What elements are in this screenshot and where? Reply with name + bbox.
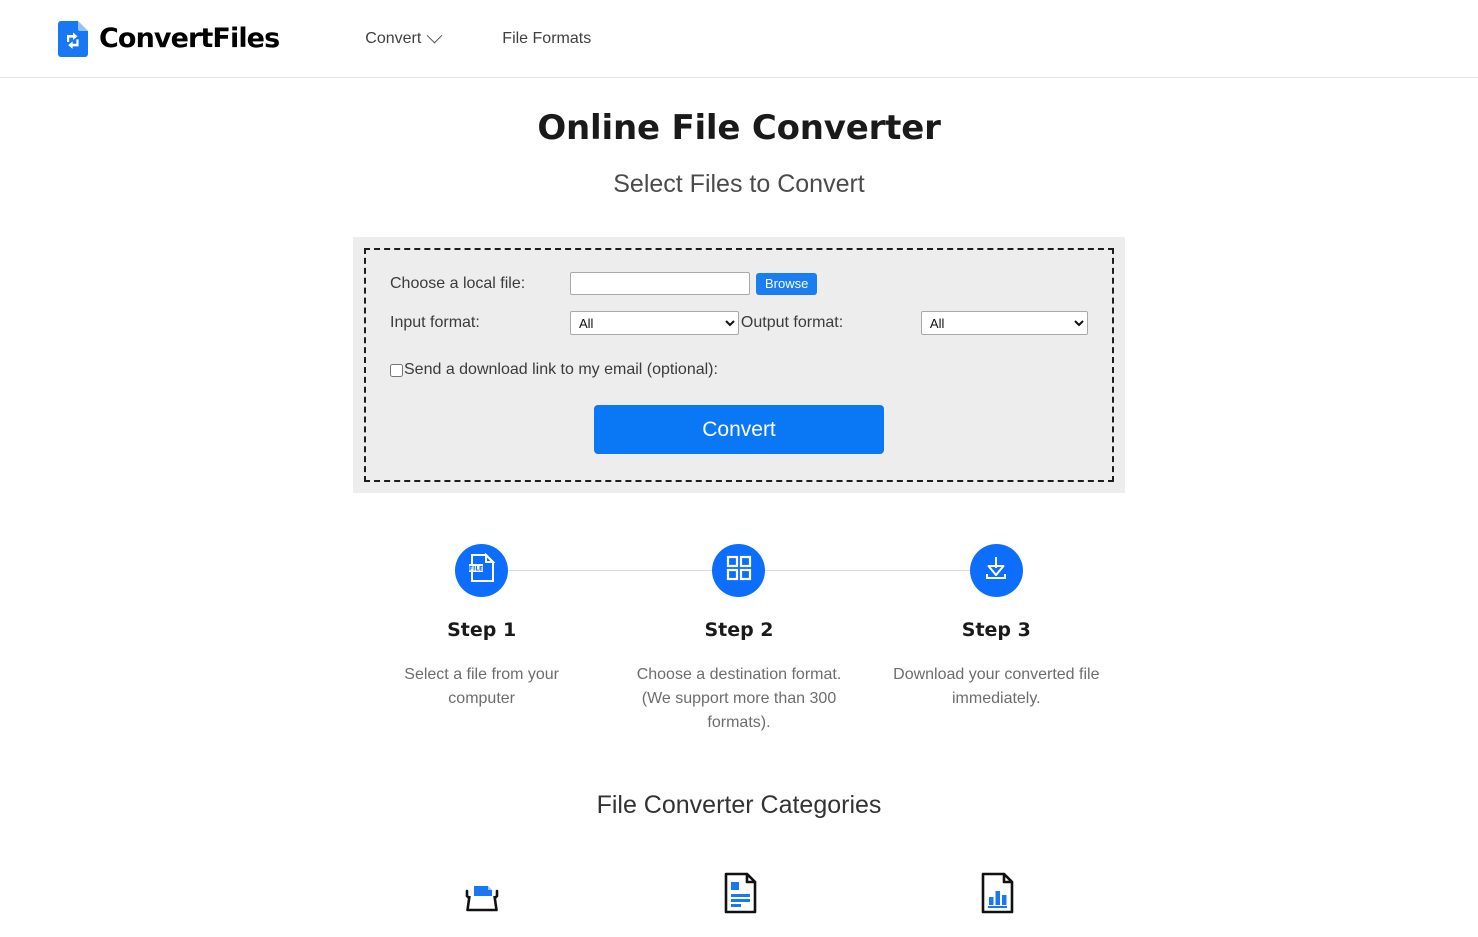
file-row: Choose a local file: Browse [390,272,1088,295]
convert-button[interactable]: Convert [594,405,884,454]
format-row: Input format: All Output format: All [390,311,1088,335]
page-content: Online File Converter Select Files to Co… [0,108,1478,937]
step-1-circle: FILE [455,544,509,597]
svg-text:FILE: FILE [469,566,483,573]
input-format-select[interactable]: All [570,311,739,335]
nav-item-file-formats-label: File Formats [502,29,592,47]
step-3-description: Download your converted file immediately… [893,666,1100,707]
email-link-label: Send a download link to my email (option… [404,361,718,378]
step-3-title: Step 3 [961,619,1031,641]
input-format-label: Input format: [390,314,480,331]
convert-row: Convert [390,405,1088,454]
step-2: Step 2 Choose a destination format. (We … [610,535,867,735]
nav-item-convert[interactable]: Convert [365,27,443,48]
step-1: FILE Step 1 Select a file from your comp… [353,535,610,735]
category-archive-converter[interactable]: Archive Converter [353,865,610,937]
browse-button[interactable]: Browse [756,272,818,295]
page-subtitle: Select Files to Convert [613,170,865,198]
email-option-row: Send a download link to my email (option… [390,361,1088,379]
step-2-circle [712,544,766,597]
file-label: Choose a local file: [390,274,526,292]
email-link-checkbox[interactable] [390,363,403,377]
converter-dashed-area: Choose a local file: Browse Input format… [364,248,1114,482]
nav-item-file-formats[interactable]: File Formats [502,30,591,48]
category-document-converter[interactable]: Document Converter [610,865,867,937]
categories-list: Archive Converter Document Converter [353,865,1125,937]
categories-title: File Converter Categories [596,791,882,819]
step-1-description: Select a file from your computer [404,666,560,707]
category-presentation-converter[interactable]: Presentation Converter [868,865,1125,937]
step-3: Step 3 Download your converted file imme… [868,535,1125,735]
steps-section: FILE Step 1 Select a file from your comp… [353,535,1125,735]
archive-box-icon [353,865,610,921]
convertfiles-logo-icon [58,20,88,57]
main-nav: Convert File Formats [365,27,591,48]
output-format-select[interactable]: All [920,311,1088,335]
site-header: ConvertFiles Convert File Formats [0,0,1478,78]
grid-icon [726,555,752,586]
converter-panel: Choose a local file: Browse Input format… [353,237,1125,493]
document-page-icon [610,865,867,921]
file-path-input[interactable] [570,272,750,295]
brand-name: ConvertFiles [99,23,280,54]
page-title: Online File Converter [537,108,941,148]
brand-logo-link[interactable]: ConvertFiles [58,20,280,57]
nav-item-convert-label: Convert [365,29,422,47]
file-icon: FILE [468,552,496,588]
output-format-label: Output format: [740,314,844,331]
download-icon [982,554,1010,587]
step-1-title: Step 1 [447,619,517,641]
presentation-chart-icon [868,865,1125,921]
step-3-circle [969,544,1023,597]
chevron-down-icon [427,27,443,44]
step-2-title: Step 2 [704,619,774,641]
step-2-description: Choose a destination format. (We support… [636,666,842,731]
